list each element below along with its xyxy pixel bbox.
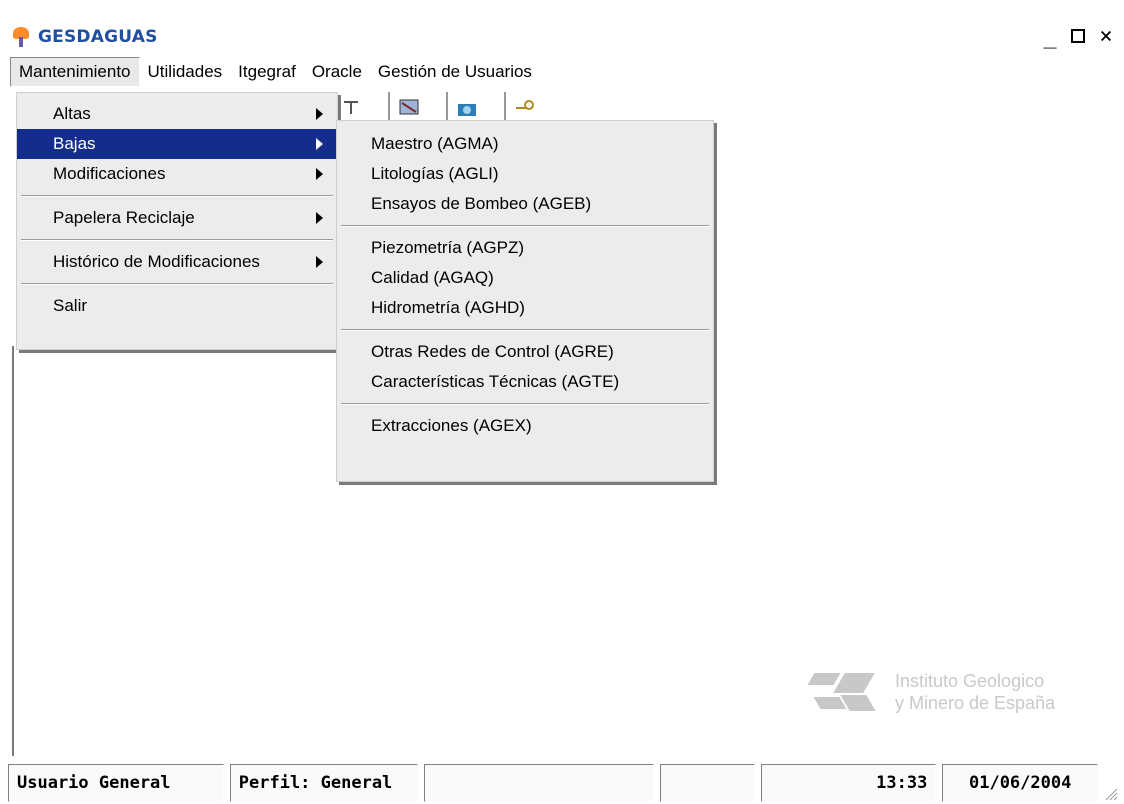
status-time: 13:33 — [761, 764, 937, 802]
status-user: Usuario General — [8, 764, 224, 802]
submenu-item-litologias[interactable]: Litologías (AGLI) — [337, 159, 713, 189]
igme-logo — [805, 667, 885, 717]
menu-item-label: Histórico de Modificaciones — [53, 252, 260, 271]
menu-mantenimiento[interactable]: Mantenimiento — [10, 57, 140, 87]
menu-separator — [341, 403, 709, 405]
submenu-item-maestro[interactable]: Maestro (AGMA) — [337, 129, 713, 159]
maximize-button[interactable] — [1066, 23, 1090, 49]
watermark-line-2: y Minero de España — [895, 693, 1056, 713]
tool-icon — [344, 101, 358, 114]
submenu-arrow-icon — [316, 168, 323, 180]
submenu-item-calidad[interactable]: Calidad (AGAQ) — [337, 263, 713, 293]
app-window: GESDAGUAS _ × Mantenimiento Utilidades I… — [0, 0, 1124, 804]
status-panel-empty — [424, 764, 654, 802]
submenu-arrow-icon — [316, 256, 323, 268]
menu-item-label: Altas — [53, 104, 91, 123]
window-title: GESDAGUAS — [38, 27, 158, 47]
menu-item-bajas[interactable]: Bajas — [17, 129, 337, 159]
resize-grip-icon[interactable] — [1104, 764, 1118, 802]
status-bar: Usuario General Perfil: General 13:33 01… — [8, 764, 1118, 802]
globe-icon — [458, 104, 476, 116]
menu-separator — [21, 283, 333, 285]
submenu-item-caracteristicas[interactable]: Características Técnicas (AGTE) — [337, 367, 713, 397]
menu-gestion-usuarios[interactable]: Gestión de Usuarios — [370, 57, 540, 87]
menu-item-label: Bajas — [53, 134, 96, 153]
watermark-text: Instituto Geologico y Minero de España — [895, 670, 1055, 714]
submenu-item-hidrometria[interactable]: Hidrometría (AGHD) — [337, 293, 713, 323]
window-controls: _ × — [1038, 23, 1118, 49]
status-panel-empty — [659, 764, 756, 802]
menu-bar: Mantenimiento Utilidades Itgegraf Oracle… — [10, 56, 1124, 88]
submenu-item-extracciones[interactable]: Extracciones (AGEX) — [337, 411, 713, 441]
status-perfil: Perfil: General — [229, 764, 419, 802]
menu-item-papelera[interactable]: Papelera Reciclaje — [17, 203, 337, 233]
submenu-arrow-icon — [316, 138, 323, 150]
title-bar: GESDAGUAS _ × — [10, 20, 1124, 54]
menu-utilidades[interactable]: Utilidades — [140, 57, 231, 87]
submenu-item-piezometria[interactable]: Piezometría (AGPZ) — [337, 233, 713, 263]
submenu-arrow-icon — [316, 212, 323, 224]
minimize-button[interactable]: _ — [1038, 23, 1062, 49]
mantenimiento-menu: Altas Bajas Modificaciones Papelera Reci… — [16, 92, 338, 350]
menu-item-modificaciones[interactable]: Modificaciones — [17, 159, 337, 189]
menu-separator — [21, 195, 333, 197]
menu-item-historico[interactable]: Histórico de Modificaciones — [17, 247, 337, 277]
menu-item-label: Papelera Reciclaje — [53, 208, 195, 227]
menu-separator — [341, 329, 709, 331]
menu-separator — [21, 239, 333, 241]
status-date: 01/06/2004 — [942, 764, 1098, 802]
menu-separator — [341, 225, 709, 227]
menu-oracle[interactable]: Oracle — [304, 57, 370, 87]
submenu-item-ensayos-bombeo[interactable]: Ensayos de Bombeo (AGEB) — [337, 189, 713, 219]
menu-item-label: Modificaciones — [53, 164, 166, 183]
image-icon — [399, 99, 419, 115]
menu-item-altas[interactable]: Altas — [17, 99, 337, 129]
tree-icon — [10, 26, 32, 48]
submenu-item-otras-redes[interactable]: Otras Redes de Control (AGRE) — [337, 337, 713, 367]
watermark: Instituto Geologico y Minero de España — [805, 662, 1105, 722]
submenu-arrow-icon — [316, 108, 323, 120]
bajas-submenu: Maestro (AGMA) Litologías (AGLI) Ensayos… — [336, 120, 714, 482]
close-button[interactable]: × — [1094, 23, 1118, 49]
key-icon — [516, 100, 534, 110]
maximize-icon — [1071, 29, 1085, 43]
menu-item-salir[interactable]: Salir — [17, 291, 337, 321]
menu-itgegraf[interactable]: Itgegraf — [230, 57, 304, 87]
menu-item-label: Salir — [53, 296, 88, 315]
watermark-line-1: Instituto Geologico — [895, 671, 1045, 691]
